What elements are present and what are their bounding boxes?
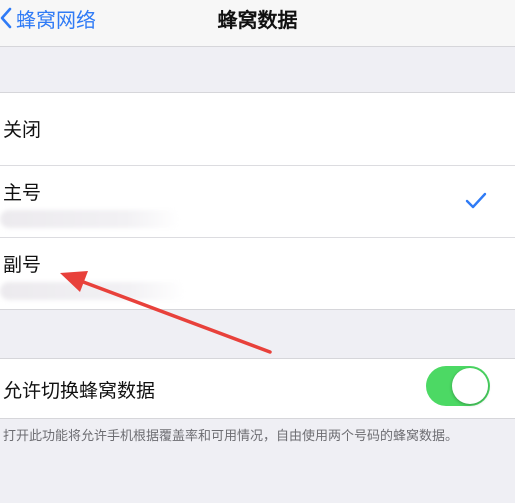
option-primary[interactable]: 主号 (0, 165, 515, 237)
page-title: 蜂窝数据 (217, 7, 298, 32)
option-primary-label: 主号 (3, 182, 42, 204)
allow-switch-row: 允许切换蜂窝数据 (0, 358, 515, 419)
toggle-knob (452, 368, 488, 404)
option-secondary[interactable]: 副号 (0, 237, 515, 309)
option-off[interactable]: 关闭 (0, 93, 515, 165)
footnote-text: 打开此功能将允许手机根据覆盖率和可用情况，自由使用两个号码的蜂窝数据。 (3, 429, 459, 444)
redacted-number (0, 210, 180, 228)
allow-switch-label: 允许切换蜂窝数据 (3, 380, 156, 402)
cellular-data-options: 关闭 主号 副号 (0, 92, 515, 310)
option-secondary-label: 副号 (3, 254, 42, 276)
navigation-bar: 蜂窝网络 蜂窝数据 (0, 0, 515, 47)
checkmark-icon (465, 192, 487, 209)
option-off-label: 关闭 (3, 119, 42, 141)
redacted-number (0, 282, 185, 300)
allow-switch-toggle[interactable] (426, 366, 490, 406)
